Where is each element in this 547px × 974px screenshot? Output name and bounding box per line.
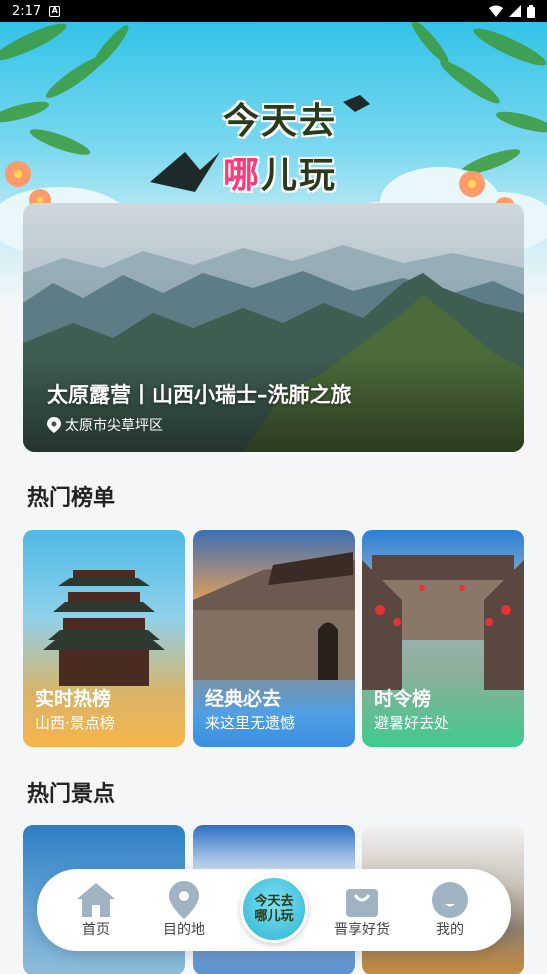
home-icon [77, 883, 115, 917]
hero-title: 今天去 哪儿玩 [200, 92, 360, 198]
shopping-bag-icon [346, 889, 378, 917]
nav-item-home[interactable]: 首页 [61, 881, 131, 939]
status-time: 2:17 [12, 3, 42, 19]
rank-card-sub: 来这里无遗憾 [205, 714, 296, 732]
hero-title-highlight: 哪 [222, 155, 261, 196]
nav-item-destination[interactable]: 目的地 [149, 881, 219, 939]
rank-card-sub: 山西·景点榜 [35, 714, 115, 732]
rank-card-sub: 避暑好去处 [374, 714, 450, 732]
rank-card-label: 经典必去 [205, 688, 282, 710]
nav-center-button[interactable]: 今天去 哪儿玩 [240, 875, 308, 943]
rank-card-realtime[interactable]: 实时热榜 山西·景点榜 [23, 530, 185, 747]
battery-icon [527, 4, 535, 18]
nav-item-label: 晋享好货 [334, 922, 390, 938]
bottom-nav: 首页 目的地 今天去 哪儿玩 晋享好货 我的 [37, 869, 511, 951]
nav-item-label: 首页 [82, 922, 110, 938]
profile-icon [432, 882, 468, 918]
section-title-hot-spots: 热门景点 [27, 782, 116, 807]
featured-location: 太原市尖草坪区 [47, 415, 163, 435]
hero-title-line2: 哪儿玩 [200, 146, 360, 198]
rank-card-classic[interactable]: 经典必去 来这里无遗憾 [193, 530, 355, 747]
section-title-hot-list: 热门榜单 [27, 486, 116, 511]
rank-card-label: 实时热榜 [35, 688, 112, 710]
nav-center-line2: 哪儿玩 [254, 909, 294, 924]
nav-item-profile[interactable]: 我的 [415, 881, 485, 939]
hero-title-line1: 今天去 [222, 101, 337, 142]
nav-item-label: 我的 [436, 922, 464, 938]
rank-card-seasonal[interactable]: 时令榜 避暑好去处 [362, 530, 524, 747]
featured-card[interactable]: 太原露营丨山西小瑞士–洗肺之旅 太原市尖草坪区 [23, 203, 524, 452]
status-bar: 2:17 A [0, 0, 547, 22]
featured-location-text: 太原市尖草坪区 [65, 418, 163, 434]
notification-icon: A [49, 5, 61, 17]
featured-title: 太原露营丨山西小瑞士–洗肺之旅 [47, 383, 352, 407]
hero-title-rest: 儿玩 [261, 155, 338, 196]
rank-card-label: 时令榜 [374, 688, 432, 710]
status-icons [489, 4, 535, 18]
signal-icon [509, 5, 521, 17]
map-pin-icon [169, 881, 199, 919]
nav-item-shop[interactable]: 晋享好货 [325, 881, 399, 939]
location-pin-icon [47, 417, 61, 433]
wifi-icon [489, 5, 503, 17]
nav-center-line1: 今天去 [254, 894, 294, 909]
nav-item-label: 目的地 [163, 922, 205, 938]
